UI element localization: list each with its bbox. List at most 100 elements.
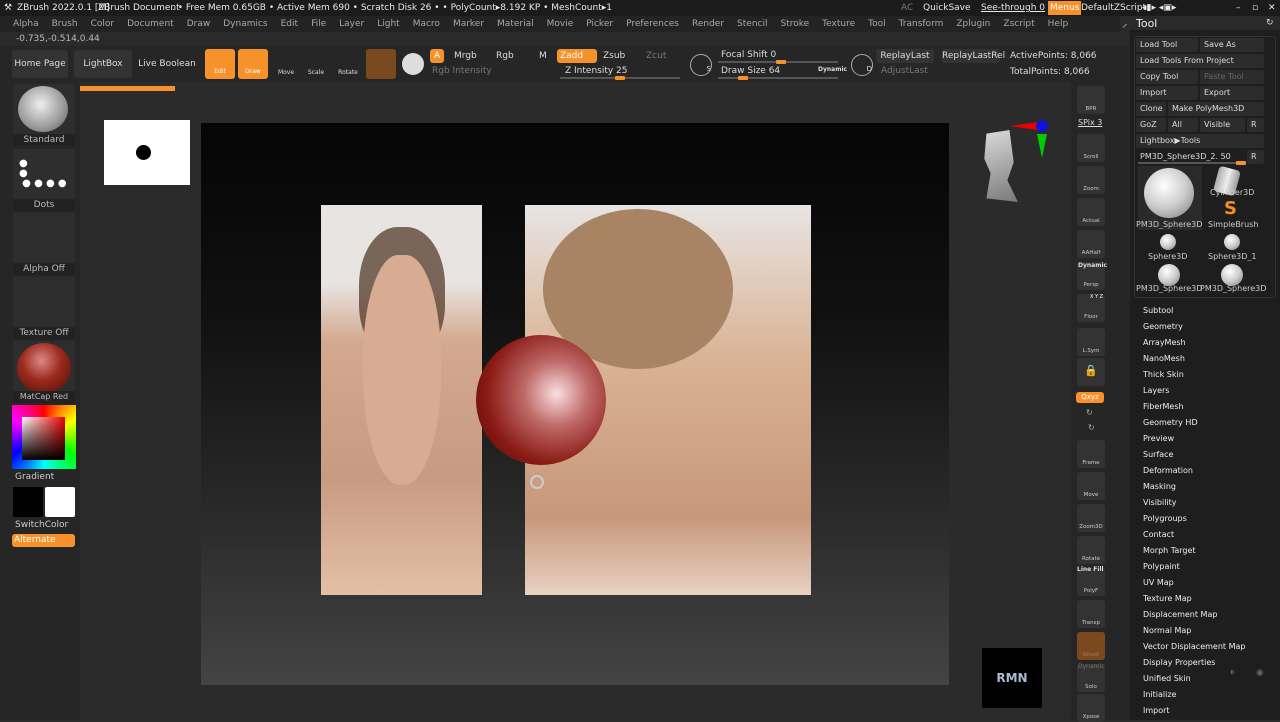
rotate-button[interactable]: Rotate xyxy=(334,49,362,79)
load-tools-from-project-button[interactable]: Load Tools From Project xyxy=(1136,54,1264,68)
texture-selector[interactable]: Texture Off xyxy=(13,277,75,339)
shelf-lock-button[interactable]: 🔒 xyxy=(1077,358,1105,386)
menu-edit[interactable]: Edit xyxy=(281,16,298,32)
lightbox-tools-button[interactable]: Lightbox▶Tools xyxy=(1136,134,1264,148)
switch-color-button[interactable]: SwitchColor xyxy=(15,520,68,530)
shelf-bpr-button[interactable]: BPR xyxy=(1077,86,1105,114)
import-button[interactable]: Import xyxy=(1136,86,1198,100)
visible-button[interactable]: Visible xyxy=(1200,118,1245,132)
tool-thumb-label[interactable]: SimpleBrush xyxy=(1208,220,1274,229)
clone-button[interactable]: Clone xyxy=(1136,102,1166,116)
menu-render[interactable]: Render xyxy=(692,16,724,32)
subpalette-uv-map[interactable]: UV Map xyxy=(1143,578,1174,587)
menu-layer[interactable]: Layer xyxy=(339,16,364,32)
ac-button[interactable]: AC xyxy=(901,0,913,16)
subpalette-preview[interactable]: Preview xyxy=(1143,434,1174,443)
shelf-zoom-button[interactable]: Zoom xyxy=(1077,166,1105,194)
subpalette-displacement-map[interactable]: Displacement Map xyxy=(1143,610,1217,619)
goz-r-button[interactable]: R xyxy=(1247,118,1264,132)
subpalette-morph-target[interactable]: Morph Target xyxy=(1143,546,1196,555)
subpalette-fibermesh[interactable]: FiberMesh xyxy=(1143,402,1184,411)
sphere-mesh[interactable] xyxy=(476,335,606,465)
export-button[interactable]: Export xyxy=(1200,86,1264,100)
tool-thumb-label[interactable]: Cylinder3D xyxy=(1210,188,1276,197)
main-color-swatch[interactable] xyxy=(45,487,75,517)
material-selector[interactable]: MatCap Red Wax xyxy=(13,341,75,413)
menu-document[interactable]: Document xyxy=(127,16,174,32)
shelf-zoom3d-button[interactable]: Zoom3D xyxy=(1077,504,1105,532)
saturation-square[interactable] xyxy=(22,417,65,460)
current-tool-r-button[interactable]: R xyxy=(1247,150,1264,164)
secondary-color-swatch[interactable] xyxy=(13,487,43,517)
edit-button[interactable]: Edit xyxy=(205,49,235,79)
subpalette-layers[interactable]: Layers xyxy=(1143,386,1169,395)
menu-transform[interactable]: Transform xyxy=(899,16,944,32)
quicksave-button[interactable]: QuickSave xyxy=(923,0,971,16)
subpalette-nanomesh[interactable]: NanoMesh xyxy=(1143,354,1185,363)
focal-shift-track[interactable] xyxy=(718,60,838,64)
menu-help[interactable]: Help xyxy=(1048,16,1069,32)
menu-picker[interactable]: Picker xyxy=(586,16,613,32)
palette-reset-icon[interactable]: ↻ xyxy=(1266,18,1274,28)
menu-zplugin[interactable]: Zplugin xyxy=(956,16,990,32)
draw-button[interactable]: Draw xyxy=(238,49,268,79)
subpalette-unified-skin[interactable]: Unified Skin xyxy=(1143,674,1191,683)
copy-tool-button[interactable]: Copy Tool xyxy=(1136,70,1198,84)
subpalette-subtool[interactable]: Subtool xyxy=(1143,306,1173,315)
subpalette-thick-skin[interactable]: Thick Skin xyxy=(1143,370,1184,379)
stroke-s-icon[interactable]: S xyxy=(690,54,712,76)
z-intensity-knob[interactable] xyxy=(615,76,625,80)
menu-marker[interactable]: Marker xyxy=(453,16,484,32)
see-through-slider[interactable]: See-through 0 xyxy=(981,0,1045,16)
menu-stencil[interactable]: Stencil xyxy=(737,16,767,32)
subpalette-texture-map[interactable]: Texture Map xyxy=(1143,594,1192,603)
tool-thumb-label[interactable]: PM3D_Sphere3D xyxy=(1200,284,1266,293)
zcut-button[interactable]: Zcut xyxy=(646,51,666,61)
draw-size-knob[interactable] xyxy=(738,76,748,80)
make-polymesh3d-button[interactable]: Make PolyMesh3D xyxy=(1168,102,1264,116)
close-icon[interactable]: ✕ xyxy=(1268,0,1276,16)
minimize-icon[interactable]: – xyxy=(1236,0,1241,16)
layout-arrows-icon[interactable]: ◂▮▸ ◂▣▸ xyxy=(1142,0,1176,16)
menu-draw[interactable]: Draw xyxy=(187,16,211,32)
menus-toggle[interactable]: Menus xyxy=(1048,1,1082,15)
menu-light[interactable]: Light xyxy=(377,16,399,32)
rotate-axis-icon[interactable]: ↻ xyxy=(1088,423,1095,432)
floor-xyz-label[interactable]: X Y Z xyxy=(1090,294,1103,300)
subpalette-initialize[interactable]: Initialize xyxy=(1143,690,1176,699)
subpalette-polypaint[interactable]: Polypaint xyxy=(1143,562,1180,571)
maximize-icon[interactable]: ▫ xyxy=(1252,0,1258,16)
shelf-scroll-button[interactable]: Scroll xyxy=(1077,134,1105,162)
subpalette-deformation[interactable]: Deformation xyxy=(1143,466,1193,475)
subpalette-polygroups[interactable]: Polygroups xyxy=(1143,514,1187,523)
tool-thumb-label[interactable]: Sphere3D xyxy=(1148,252,1214,261)
goz-button[interactable]: GoZ xyxy=(1136,118,1166,132)
material-sphere-button[interactable] xyxy=(366,49,396,79)
qxyz-button[interactable]: Qxyz xyxy=(1076,392,1104,403)
rgb-button[interactable]: Rgb xyxy=(496,51,514,61)
subpalette-arraymesh[interactable]: ArrayMesh xyxy=(1143,338,1186,347)
m-button[interactable]: M xyxy=(539,51,547,61)
spix-slider[interactable]: SPix 3 xyxy=(1078,118,1102,127)
tool-thumb-label[interactable]: PM3D_Sphere3D xyxy=(1136,284,1202,293)
gradient-toggle[interactable]: Gradient xyxy=(15,472,54,482)
alpha-selector[interactable]: Alpha Off xyxy=(13,213,75,275)
tool-thumb-label[interactable]: Sphere3D_1 xyxy=(1208,252,1274,261)
save-as-button[interactable]: Save As xyxy=(1200,38,1264,52)
menu-dynamics[interactable]: Dynamics xyxy=(223,16,267,32)
subpalette-vector-displacement-map[interactable]: Vector Displacement Map xyxy=(1143,642,1245,651)
sculptris-icon[interactable] xyxy=(402,53,424,75)
current-tool-track[interactable] xyxy=(1138,161,1246,165)
shelf-aahalf-button[interactable]: AAHalf xyxy=(1077,230,1105,258)
mrgb-button[interactable]: Mrgb xyxy=(454,51,477,61)
draw-size-slider[interactable]: Draw Size 64 xyxy=(721,66,780,76)
live-boolean-button[interactable]: Live Boolean xyxy=(138,50,196,78)
zsub-button[interactable]: Zsub xyxy=(603,51,625,61)
menu-stroke[interactable]: Stroke xyxy=(780,16,809,32)
stroke-d-icon[interactable]: D xyxy=(851,54,873,76)
draw-size-track[interactable] xyxy=(718,76,838,80)
shelf-move-button[interactable]: Move xyxy=(1077,472,1105,500)
zadd-button[interactable]: Zadd xyxy=(557,49,597,63)
subpalette-import[interactable]: Import xyxy=(1143,706,1170,715)
menu-movie[interactable]: Movie xyxy=(547,16,574,32)
